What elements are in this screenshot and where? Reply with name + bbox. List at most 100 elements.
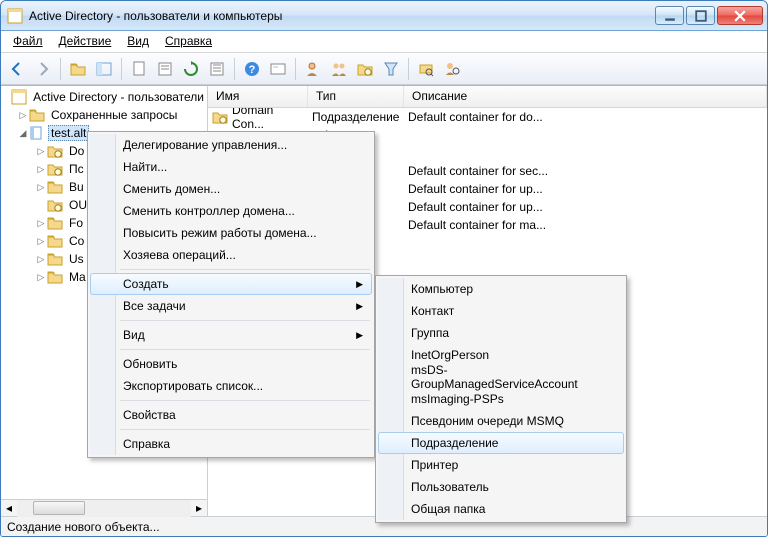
- help-button[interactable]: ?: [240, 57, 264, 81]
- ctx-operations-masters[interactable]: Хозяева операций...: [90, 244, 372, 266]
- ctx-change-domain[interactable]: Сменить домен...: [90, 178, 372, 200]
- ctx-create-item[interactable]: Псевдоним очереди MSMQ: [378, 410, 624, 432]
- ctx-separator: [120, 320, 370, 321]
- ctx-change-dc[interactable]: Сменить контроллер домена...: [90, 200, 372, 222]
- ctx-create-item[interactable]: Компьютер: [378, 278, 624, 300]
- scroll-left-icon[interactable]: ◂: [1, 500, 17, 517]
- cut-button[interactable]: [127, 57, 151, 81]
- ctx-delegate[interactable]: Делегирование управления...: [90, 134, 372, 156]
- folder-icon: [47, 269, 63, 285]
- menu-help[interactable]: Справка: [157, 31, 220, 52]
- ctx-create-item[interactable]: Общая папка: [378, 498, 624, 520]
- up-button[interactable]: [66, 57, 90, 81]
- add-criteria-button[interactable]: [440, 57, 464, 81]
- maximize-button[interactable]: [686, 6, 715, 25]
- ctx-help[interactable]: Справка: [90, 433, 372, 455]
- close-button[interactable]: [717, 6, 763, 25]
- ctx-find[interactable]: Найти...: [90, 156, 372, 178]
- expand-icon[interactable]: ▷: [35, 146, 47, 157]
- tree-root[interactable]: Active Directory - пользователи: [3, 88, 207, 106]
- ctx-create-item[interactable]: Пользователь: [378, 476, 624, 498]
- column-name[interactable]: Имя: [208, 86, 308, 107]
- ctx-item-label: Группа: [411, 326, 449, 340]
- ctx-item-label: Общая папка: [411, 502, 485, 516]
- status-text: Создание нового объекта...: [7, 520, 160, 534]
- menu-action[interactable]: Действие: [51, 31, 120, 52]
- collapse-icon[interactable]: ◢: [17, 128, 29, 139]
- ou-icon: [212, 109, 228, 125]
- tree-root-label: Active Directory - пользователи: [30, 90, 207, 104]
- cell-name: Domain Con...: [208, 108, 308, 131]
- ctx-export[interactable]: Экспортировать список...: [90, 375, 372, 397]
- ctx-create-item[interactable]: Подразделение: [378, 432, 624, 454]
- column-type[interactable]: Тип: [308, 86, 404, 107]
- expand-icon[interactable]: ▷: [35, 236, 47, 247]
- ctx-create-item[interactable]: Группа: [378, 322, 624, 344]
- find-objects-button[interactable]: [414, 57, 438, 81]
- scroll-track[interactable]: [17, 500, 191, 517]
- expand-icon[interactable]: ▷: [35, 182, 47, 193]
- back-button[interactable]: [5, 57, 29, 81]
- tree-item-label: Us: [66, 252, 87, 266]
- menu-file[interactable]: Файл: [5, 31, 51, 52]
- context-menu-domain: Делегирование управления... Найти... Сме…: [87, 131, 375, 458]
- forward-button[interactable]: [31, 57, 55, 81]
- submenu-arrow-icon: ▶: [356, 279, 363, 290]
- menu-view[interactable]: Вид: [119, 31, 157, 52]
- cell-description: Default container for do...: [404, 110, 767, 124]
- scroll-thumb[interactable]: [33, 501, 85, 515]
- expand-icon[interactable]: ▷: [35, 218, 47, 229]
- filter-button[interactable]: [379, 57, 403, 81]
- snapin-icon: [11, 89, 27, 105]
- properties-button[interactable]: [153, 57, 177, 81]
- ctx-view[interactable]: Вид▶: [90, 324, 372, 346]
- app-icon: [7, 8, 23, 24]
- export-button[interactable]: [205, 57, 229, 81]
- new-user-button[interactable]: [301, 57, 325, 81]
- ctx-create-item[interactable]: Принтер: [378, 454, 624, 476]
- expand-icon[interactable]: ▷: [17, 110, 29, 121]
- list-row[interactable]: Domain Con...ПодразделениеDefault contai…: [208, 108, 767, 126]
- refresh-button[interactable]: [179, 57, 203, 81]
- cell-description: Default container for sec...: [404, 164, 767, 178]
- expand-icon[interactable]: ▷: [35, 254, 47, 265]
- minimize-button[interactable]: [655, 6, 684, 25]
- ctx-separator: [120, 349, 370, 350]
- ctx-create-item[interactable]: msDS-GroupManagedServiceAccount: [378, 366, 624, 388]
- scroll-right-icon[interactable]: ▸: [191, 500, 207, 517]
- expand-icon[interactable]: ▷: [35, 272, 47, 283]
- tree-item-label: Fo: [66, 216, 86, 230]
- show-hide-tree-button[interactable]: [92, 57, 116, 81]
- cell-description: Default container for up...: [404, 200, 767, 214]
- ctx-separator: [120, 400, 370, 401]
- ctx-create[interactable]: Создать▶: [90, 273, 372, 295]
- ctx-create-item[interactable]: Контакт: [378, 300, 624, 322]
- folder-icon: [47, 143, 63, 159]
- ctx-properties[interactable]: Свойства: [90, 404, 372, 426]
- ctx-item-label: Пользователь: [411, 480, 489, 494]
- ctx-item-label: Компьютер: [411, 282, 473, 296]
- ctx-raise-level[interactable]: Повысить режим работы домена...: [90, 222, 372, 244]
- tree-item-label: Ma: [66, 270, 89, 284]
- tree-saved-queries[interactable]: ▷ Сохраненные запросы: [3, 106, 207, 124]
- ctx-create-item[interactable]: msImaging-PSPs: [378, 388, 624, 410]
- expand-icon[interactable]: ▷: [35, 164, 47, 175]
- cell-description: Default container for up...: [404, 182, 767, 196]
- window-title: Active Directory - пользователи и компью…: [29, 9, 655, 23]
- column-description[interactable]: Описание: [404, 86, 767, 107]
- list-header: Имя Тип Описание: [208, 86, 767, 108]
- ctx-separator: [120, 429, 370, 430]
- new-ou-button[interactable]: [353, 57, 377, 81]
- ctx-item-label: Псевдоним очереди MSMQ: [411, 414, 564, 428]
- ctx-item-label: msImaging-PSPs: [411, 392, 504, 406]
- book-icon: [29, 125, 45, 141]
- folder-icon: [47, 179, 63, 195]
- tree-hscrollbar[interactable]: ◂ ▸: [1, 499, 207, 516]
- new-group-button[interactable]: [327, 57, 351, 81]
- find-button[interactable]: [266, 57, 290, 81]
- ctx-refresh[interactable]: Обновить: [90, 353, 372, 375]
- ctx-all-tasks[interactable]: Все задачи▶: [90, 295, 372, 317]
- tree-item-label: Сохраненные запросы: [48, 108, 180, 122]
- ctx-separator: [120, 269, 370, 270]
- folder-icon: [47, 197, 63, 213]
